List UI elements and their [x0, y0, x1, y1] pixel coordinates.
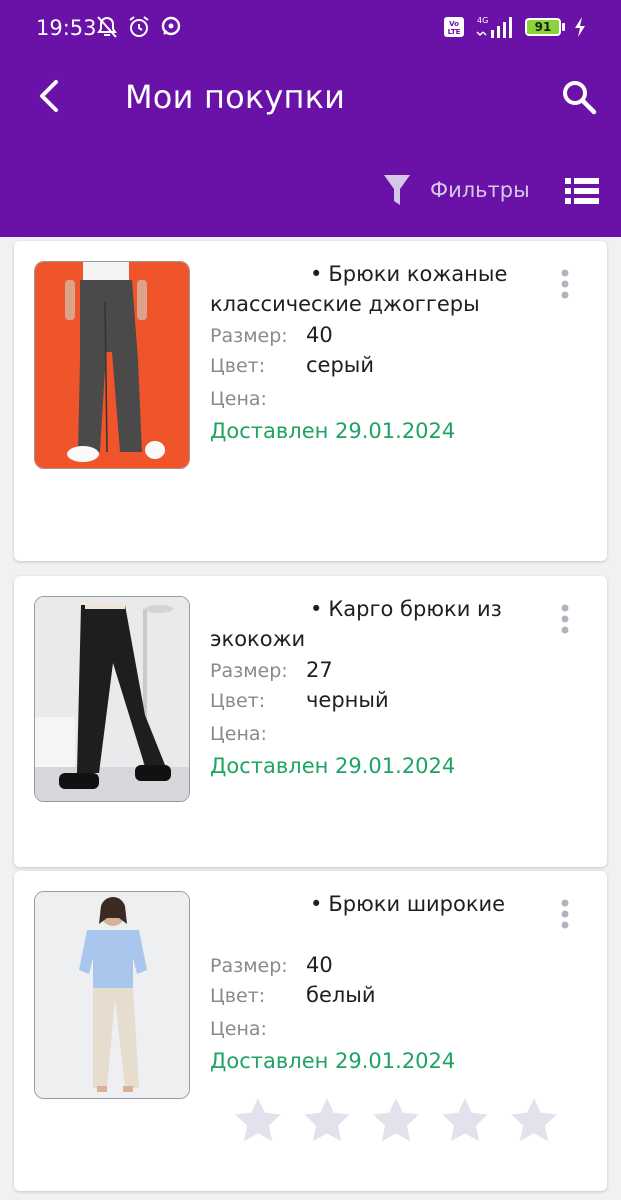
more-options-icon[interactable] [554, 267, 576, 303]
product-title: Брюки кожаные классические джоггеры [210, 262, 508, 316]
size-row: Размер: 27 [210, 658, 333, 682]
star-icon[interactable] [232, 1095, 284, 1147]
charging-icon [575, 17, 585, 37]
purchase-card[interactable]: • Брюки кожаные классические джоггеры Раз… [14, 241, 607, 561]
status-time: 19:53 [36, 16, 97, 40]
more-options-icon[interactable] [554, 897, 576, 933]
delivery-status: Доставлен 29.01.2024 [210, 419, 456, 443]
star-icon[interactable] [508, 1095, 560, 1147]
purchase-card[interactable]: • Брюки широкие Размер: 40 Цвет: белый Цена… [14, 871, 607, 1191]
product-image[interactable] [34, 261, 190, 469]
volte-icon: Vo LTE [444, 17, 464, 37]
rating-stars [232, 1095, 560, 1147]
color-value: серый [306, 353, 375, 377]
size-value: 40 [306, 953, 333, 977]
size-value: 40 [306, 323, 333, 347]
filters-button[interactable]: Фильтры [382, 170, 530, 210]
more-options-icon[interactable] [554, 602, 576, 638]
svg-text:Vo: Vo [449, 20, 459, 28]
size-row: Размер: 40 [210, 323, 333, 347]
color-row: Цвет: серый [210, 353, 375, 377]
size-value: 27 [306, 658, 333, 682]
chat-icon [161, 16, 181, 36]
alarm-icon [129, 16, 149, 37]
star-icon[interactable] [370, 1095, 422, 1147]
product-title: Брюки широкие [328, 892, 506, 916]
page-title: Мои покупки [125, 78, 346, 116]
list-view-icon[interactable] [565, 176, 599, 206]
battery-icon: 91 [525, 18, 565, 36]
price-row: Цена: [210, 723, 267, 745]
price-row: Цена: [210, 388, 267, 410]
star-icon[interactable] [439, 1095, 491, 1147]
delivery-status: Доставлен 29.01.2024 [210, 1049, 456, 1073]
purchase-card[interactable]: • Карго брюки из экокожи Размер: 27 Цвет: ч… [14, 576, 607, 867]
signal-icon: 4G [476, 16, 512, 38]
color-value: белый [306, 983, 376, 1007]
product-image[interactable] [34, 596, 190, 802]
price-row: Цена: [210, 1018, 267, 1040]
svg-text:LTE: LTE [448, 28, 461, 36]
delivery-status: Доставлен 29.01.2024 [210, 754, 456, 778]
notifications-off-icon [97, 16, 117, 38]
back-arrow-icon[interactable] [30, 76, 70, 116]
star-icon[interactable] [301, 1095, 353, 1147]
color-value: черный [306, 688, 389, 712]
color-row: Цвет: белый [210, 983, 376, 1007]
color-row: Цвет: черный [210, 688, 389, 712]
product-image[interactable] [34, 891, 190, 1099]
status-bar: 19:53 Vo LTE 4G 91 [0, 0, 621, 58]
product-title: Карго брюки из экокожи [210, 597, 502, 651]
svg-text:4G: 4G [477, 16, 488, 25]
search-icon[interactable] [560, 78, 598, 116]
filters-label: Фильтры [430, 178, 530, 202]
filter-icon [384, 175, 410, 205]
app-header: 19:53 Vo LTE 4G 91 Мои покупки Фильтры [0, 0, 621, 237]
size-row: Размер: 40 [210, 953, 333, 977]
